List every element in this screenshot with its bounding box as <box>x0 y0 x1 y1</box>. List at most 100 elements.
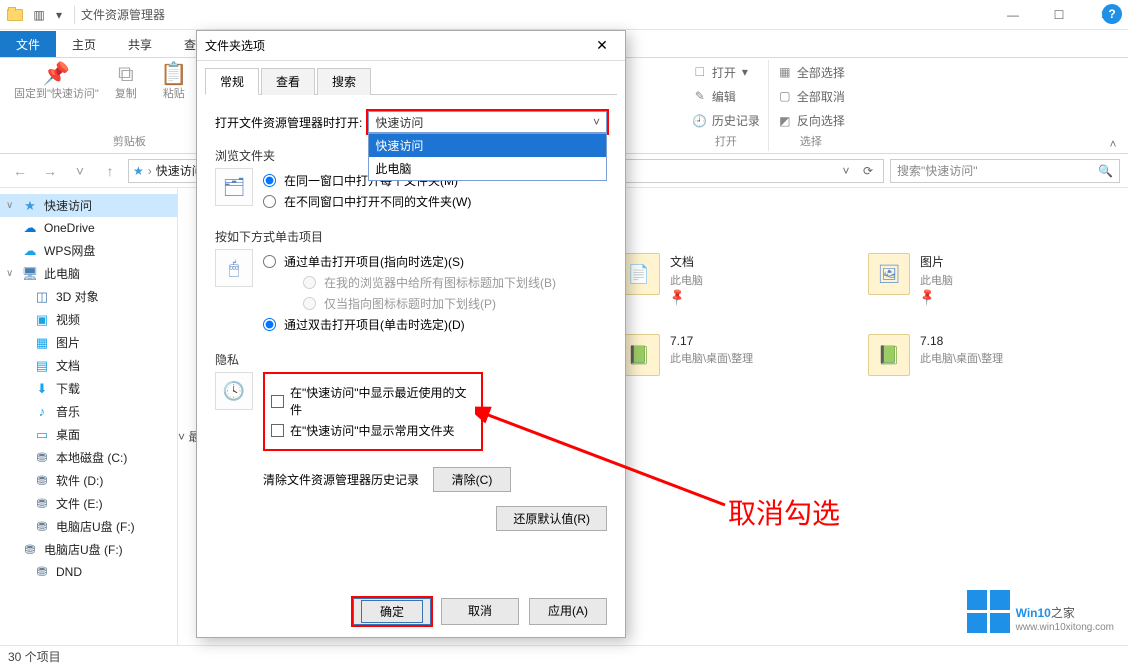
radio-underline-hover <box>303 297 316 310</box>
qat-item[interactable]: ▥ <box>30 6 48 24</box>
tree-item-label: WPS网盘 <box>44 242 95 259</box>
file-item[interactable]: 🖼 图片此电脑📌 <box>868 253 1058 304</box>
radio-single-click[interactable] <box>263 255 276 268</box>
sidebar-item[interactable]: ⛃电脑店U盘 (F:) <box>0 538 177 561</box>
tree-item-label: DND <box>56 565 82 579</box>
click-section-label: 按如下方式单击项目 <box>215 228 607 245</box>
file-item[interactable]: 📗 7.17此电脑\桌面\整理 <box>618 334 808 376</box>
cancel-button[interactable]: 取消 <box>441 598 519 625</box>
chevron-right-icon: › <box>148 164 152 178</box>
tree-item-label: 文件 (E:) <box>56 495 103 512</box>
forward-button[interactable]: → <box>38 159 62 183</box>
minimize-button[interactable]: — <box>990 0 1036 30</box>
tree-item-label: 本地磁盘 (C:) <box>56 449 127 466</box>
radio-diff-window[interactable] <box>263 195 276 208</box>
sidebar-item[interactable]: ▦图片 <box>0 331 177 354</box>
tree-item-icon: ▤ <box>34 358 50 374</box>
tab-general[interactable]: 常规 <box>205 68 259 95</box>
sidebar-item[interactable]: ☁ WPS网盘 <box>0 239 177 262</box>
sidebar-item[interactable]: ☁OneDrive <box>0 217 177 239</box>
tree-item-icon: ▣ <box>34 312 50 328</box>
dialog-title: 文件夹选项 <box>205 37 265 54</box>
history-button[interactable]: 🕘历史记录 <box>692 112 760 129</box>
file-item[interactable]: 📗 7.18此电脑\桌面\整理 <box>868 334 1058 376</box>
paste-button[interactable]: 📋粘贴 <box>153 62 195 131</box>
qat-item[interactable]: ▾ <box>50 6 68 24</box>
sidebar-item[interactable]: ⛃文件 (E:) <box>0 492 177 515</box>
clear-button[interactable]: 清除(C) <box>433 467 511 492</box>
open-with-label: 打开文件资源管理器时打开: <box>215 114 362 131</box>
refresh-button[interactable]: ⟳ <box>857 164 879 178</box>
file-item[interactable]: 📄 文档此电脑📌 <box>618 253 808 304</box>
tree-item-label: 下载 <box>56 380 80 397</box>
search-input[interactable]: 搜索"快速访问" 🔍 <box>890 159 1120 183</box>
tree-item-label: 此电脑 <box>44 265 80 282</box>
dialog-close-button[interactable]: ✕ <box>587 37 617 54</box>
edit-button[interactable]: ✎编辑 <box>692 88 760 105</box>
search-icon: 🔍 <box>1098 164 1113 178</box>
search-placeholder: 搜索"快速访问" <box>897 162 978 179</box>
tree-item-icon: 🖥 <box>22 266 38 282</box>
tab-view-options[interactable]: 查看 <box>261 68 315 95</box>
sidebar-tree[interactable]: ∨★快速访问☁OneDrive☁WPS网盘∨🖥此电脑◫3D 对象▣视频▦图片▤文… <box>0 188 178 645</box>
tree-item-label: 电脑店U盘 (F:) <box>44 541 123 558</box>
privacy-section-label: 隐私 <box>215 351 607 368</box>
sidebar-item[interactable]: ∨★快速访问 <box>0 194 177 217</box>
sidebar-item[interactable]: ▭桌面 <box>0 423 177 446</box>
deselect-button[interactable]: ▢全部取消 <box>777 88 845 105</box>
folder-options-dialog: 文件夹选项 ✕ 常规 查看 搜索 打开文件资源管理器时打开: 快速访问 ˅ 快速… <box>196 30 626 638</box>
tab-share[interactable]: 共享 <box>112 31 168 57</box>
radio-same-window[interactable] <box>263 174 276 187</box>
open-with-combo[interactable]: 快速访问 ˅ 快速访问 此电脑 <box>368 111 607 133</box>
pin-to-quick-access-button[interactable]: 📌固定到"快速访问" <box>14 62 99 131</box>
combo-option[interactable]: 快速访问 <box>369 134 606 157</box>
back-button[interactable]: ← <box>8 159 32 183</box>
sidebar-item[interactable]: ◫3D 对象 <box>0 285 177 308</box>
tree-item-icon: ☁ <box>22 220 38 236</box>
sidebar-item[interactable]: ▤文档 <box>0 354 177 377</box>
ok-button[interactable]: 确定 <box>353 598 431 625</box>
sidebar-item[interactable]: ∨🖥此电脑 <box>0 262 177 285</box>
combo-option[interactable]: 此电脑 <box>369 157 606 180</box>
sidebar-item[interactable]: ⛃ 本地磁盘 (C:) <box>0 446 177 469</box>
separator <box>74 6 75 24</box>
tree-item-icon: ▦ <box>34 335 50 351</box>
apply-button[interactable]: 应用(A) <box>529 598 607 625</box>
sidebar-item[interactable]: ⛃电脑店U盘 (F:) <box>0 515 177 538</box>
sidebar-item[interactable]: ⛃DND <box>0 561 177 583</box>
titlebar: ▥ ▾ 文件资源管理器 — ☐ ✕ <box>0 0 1128 30</box>
checkbox-recent-files[interactable]: 在"快速访问"中显示最近使用的文件 <box>271 384 475 418</box>
recent-locations-button[interactable]: ˅ <box>68 159 92 183</box>
tree-item-label: 电脑店U盘 (F:) <box>56 518 135 535</box>
app-folder-icon <box>6 6 24 24</box>
tab-file[interactable]: 文件 <box>0 31 56 57</box>
status-bar: 30 个项目 <box>0 645 1128 667</box>
sidebar-item[interactable]: ⛃软件 (D:) <box>0 469 177 492</box>
select-all-button[interactable]: ▦全部选择 <box>777 64 845 81</box>
tab-search-options[interactable]: 搜索 <box>317 68 371 95</box>
help-icon[interactable]: ? <box>1102 4 1122 24</box>
copy-button[interactable]: ⧉复制 <box>105 62 147 131</box>
browse-icon: 🗂 <box>215 168 253 206</box>
open-button[interactable]: 🞎打开▾ <box>692 64 760 81</box>
tab-home[interactable]: 主页 <box>56 31 112 57</box>
tree-item-icon: ⬇ <box>34 381 50 397</box>
collapse-ribbon-icon[interactable]: ˄ <box>1104 137 1122 151</box>
address-actions: ˅ ⟳ <box>835 164 879 178</box>
group-label: 打开 <box>715 133 737 149</box>
sidebar-item[interactable]: ♪音乐 <box>0 400 177 423</box>
radio-double-click[interactable] <box>263 318 276 331</box>
restore-defaults-button[interactable]: 还原默认值(R) <box>496 506 607 531</box>
up-button[interactable]: ↑ <box>98 159 122 183</box>
tree-item-icon: ☁ <box>22 243 38 259</box>
dialog-tabs: 常规 查看 搜索 <box>205 67 617 95</box>
maximize-button[interactable]: ☐ <box>1036 0 1082 30</box>
sidebar-item[interactable]: ⬇ 下载 <box>0 377 177 400</box>
tree-item-icon: ⛃ <box>34 450 50 466</box>
invert-selection-button[interactable]: ◩反向选择 <box>777 112 845 129</box>
tree-item-label: 视频 <box>56 311 80 328</box>
quick-access-toolbar: ▥ ▾ <box>30 6 68 24</box>
checkbox-frequent-folders[interactable]: 在"快速访问"中显示常用文件夹 <box>271 422 475 439</box>
sidebar-item[interactable]: ▣ 视频 <box>0 308 177 331</box>
address-dropdown-button[interactable]: ˅ <box>835 164 857 178</box>
